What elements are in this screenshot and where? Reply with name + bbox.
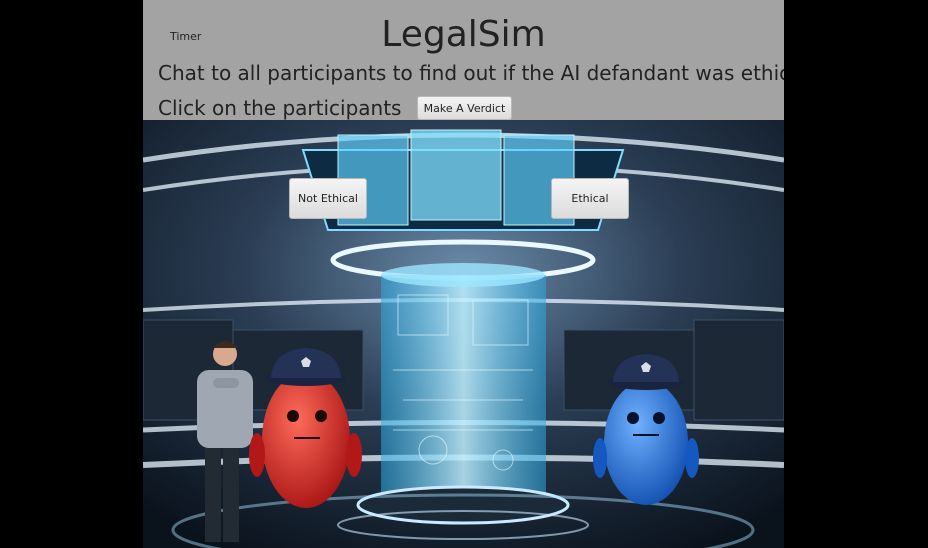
instruction-subtext: Click on the participants <box>158 96 402 120</box>
courtroom-scene <box>143 120 784 548</box>
instruction-text: Chat to all participants to find out if … <box>158 61 784 85</box>
not-ethical-button[interactable]: Not Ethical <box>289 178 367 219</box>
make-verdict-button[interactable]: Make A Verdict <box>417 96 512 120</box>
header-panel: Timer LegalSim Chat to all participants … <box>143 0 784 120</box>
app-title: LegalSim <box>381 14 546 55</box>
app-window: Timer LegalSim Chat to all participants … <box>143 0 784 548</box>
ethical-button[interactable]: Ethical <box>551 178 629 219</box>
